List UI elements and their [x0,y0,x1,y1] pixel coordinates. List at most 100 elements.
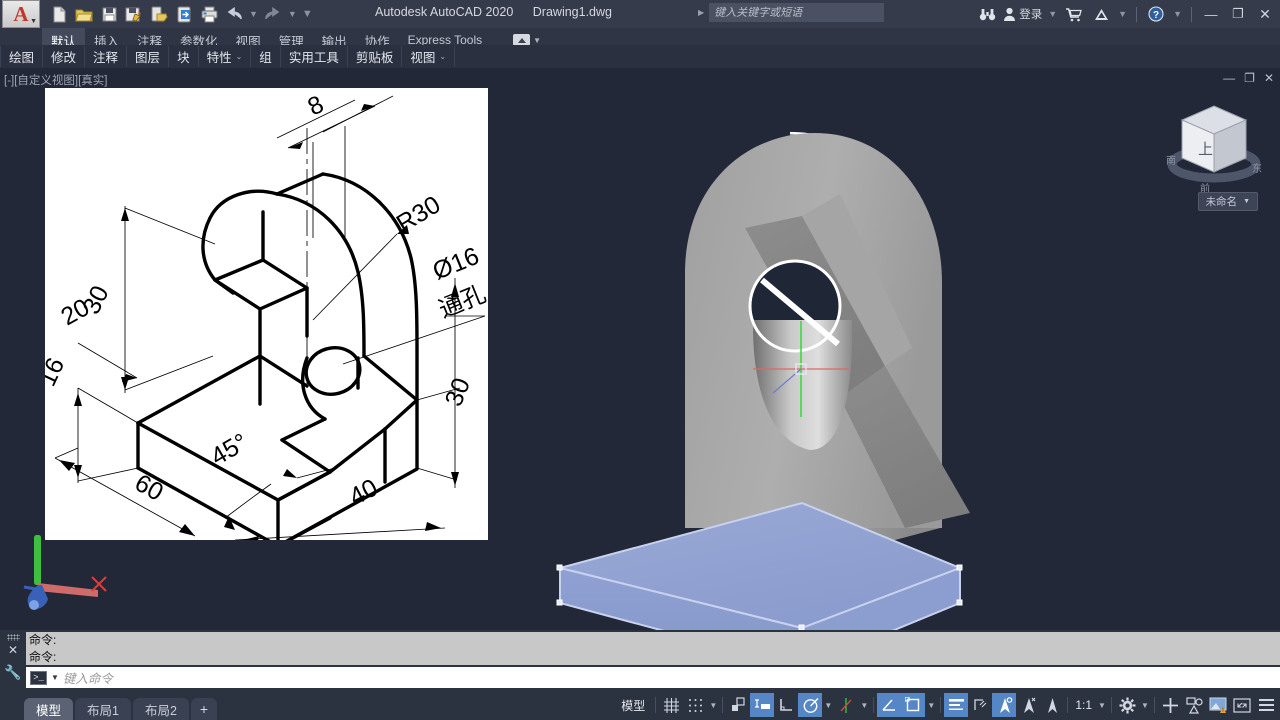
undo-dropdown-caret[interactable]: ▼ [248,9,259,19]
status-bar-toggles: 模型 ▼ ▼ ▼ ▼ 1:1 ▼ ▼ ! [614,690,1278,720]
raster-technical-drawing[interactable]: 8 R30 Ø16 通孔 30 20 16 60 45° 40 30 [45,88,488,540]
command-input-row[interactable]: >_ ▼ 键入命令 [26,667,1280,688]
close-button[interactable]: ✕ [1254,1,1276,27]
ortho-mode-toggle[interactable] [774,693,798,717]
redo-dropdown-caret[interactable]: ▼ [287,9,298,19]
drawing-viewport[interactable]: [-][自定义视图][真实] — ❐ ✕ 8 R30 Ø16 通孔 30 20 … [0,68,1280,630]
annotation-scale-value[interactable]: 1:1 [1071,698,1096,712]
sign-in-dropdown-caret[interactable]: ▼ [1047,9,1058,19]
autocad-logo-icon: A [13,1,29,26]
viewport-config-label[interactable]: [-][自定义视图][真实] [4,72,108,88]
binoculars-icon[interactable] [976,3,998,25]
model-space-indicator[interactable]: 模型 [614,694,652,716]
selection-cycling-toggle[interactable] [992,693,1017,717]
maximize-button[interactable]: ❐ [1227,1,1249,27]
layout-tab-bar: 模型 布局1 布局2 + [0,690,219,720]
status-divider-4 [940,697,942,713]
panel-expand-icon[interactable]: ⌄ [236,52,243,61]
crosshair-cursor [753,321,861,434]
help-icon[interactable]: ? [1145,3,1167,25]
infer-constraints-toggle[interactable] [726,693,750,717]
viewport-restore-button[interactable]: ❐ [1244,72,1255,84]
sign-in-button[interactable]: 登录 [1003,6,1042,22]
layout-tab-layout1[interactable]: 布局1 [75,698,131,720]
cloud-sync-icon[interactable] [173,3,195,25]
object-snap-tracking-toggle[interactable] [877,693,902,717]
lineweight-toggle[interactable] [944,693,969,717]
viewcube-face-label: 上 [1198,141,1213,158]
export-icon[interactable] [148,3,170,25]
viewport-minimize-button[interactable]: — [1223,72,1235,84]
polar-tracking-toggle[interactable] [798,693,823,717]
toolbar-divider-2 [1191,6,1192,22]
autodesk-dropdown-caret[interactable]: ▼ [1117,9,1128,19]
panel-label: 特性 [206,51,232,65]
minimize-button[interactable]: — [1200,1,1222,27]
help-dropdown-caret[interactable]: ▼ [1172,9,1183,19]
viewport-close-button[interactable]: ✕ [1264,72,1274,84]
ribbon-panel-annotation[interactable]: 注释 [85,46,128,67]
grid-display-toggle[interactable] [659,693,683,717]
isolate-objects-icon[interactable] [1182,693,1206,717]
chevron-down-icon[interactable]: ▼ [51,673,59,682]
workspace-switch-icon[interactable] [1158,693,1182,717]
autodesk-logo-icon[interactable] [1090,3,1112,25]
close-icon[interactable]: ✕ [8,644,18,656]
panel-expand-icon[interactable]: ⌄ [439,52,446,61]
command-prompt-icon: >_ [30,670,47,685]
ribbon-panel-properties[interactable]: 特性 ⌄ [199,46,252,67]
customization-menu-icon[interactable] [1254,693,1278,717]
named-view-selector[interactable]: 未命名 ▼ [1197,192,1258,211]
status-divider-3 [873,697,875,713]
search-input[interactable] [709,3,885,22]
ribbon-panel-view[interactable]: 视图 ⌄ [402,46,456,67]
snap-dropdown[interactable]: ▼ [707,693,719,717]
iso-dropdown[interactable]: ▼ [858,693,870,717]
status-divider-6 [1111,697,1112,713]
customize-wrench-icon[interactable]: 🔧 [4,664,21,681]
customize-qat-icon[interactable]: ▼ [301,8,314,20]
undo-icon[interactable] [223,3,245,25]
ribbon-panel-layers[interactable]: 图层 [127,46,170,67]
dynamic-ucs-toggle[interactable] [1040,693,1064,717]
app-store-cart-icon[interactable] [1063,3,1085,25]
save-icon[interactable] [98,3,120,25]
print-icon[interactable] [198,3,220,25]
chevron-right-icon[interactable]: ▶ [698,8,704,17]
3d-osnap-toggle[interactable] [1016,693,1040,717]
annotation-scale-dropdown[interactable]: ▼ [1096,693,1108,717]
object-snap-toggle[interactable] [901,693,926,717]
snap-mode-toggle[interactable] [683,693,707,717]
ribbon-panel-groups[interactable]: 组 [251,46,281,67]
new-file-icon[interactable] [48,3,70,25]
ribbon-panel-utilities[interactable]: 实用工具 [281,46,348,67]
viewcube-west-label: 南 [1166,154,1176,167]
isometric-drafting-toggle[interactable] [834,693,858,717]
redo-icon[interactable] [262,3,284,25]
layout-tab-layout2[interactable]: 布局2 [132,698,189,720]
command-history[interactable]: 命令: 命令: [26,632,1280,665]
annotation-dropdown[interactable]: ▼ [1139,693,1151,717]
transparency-toggle[interactable] [968,693,992,717]
annotation-visibility-gear-icon[interactable] [1115,693,1139,717]
command-history-line: 命令: [29,649,57,664]
add-layout-button[interactable]: + [190,698,218,720]
drag-grip-icon[interactable] [6,634,20,641]
polar-dropdown[interactable]: ▼ [822,693,834,717]
save-as-icon[interactable] [123,3,145,25]
user-icon [1004,7,1016,21]
layout-tab-model[interactable]: 模型 [24,698,74,720]
ribbon-panel-draw[interactable]: 绘图 [0,46,44,67]
application-menu-button[interactable]: A ▼ [2,0,40,28]
osnap-dropdown[interactable]: ▼ [925,693,937,717]
dynamic-input-toggle[interactable] [750,693,775,717]
command-input[interactable]: 键入命令 [63,668,113,687]
chevron-down-icon: ▼ [30,18,37,25]
drawing-svg: 8 R30 Ø16 通孔 30 20 16 60 45° 40 30 [45,90,488,540]
ribbon-panel-clipboard[interactable]: 剪贴板 [348,46,403,67]
clean-screen-icon[interactable] [1230,693,1254,717]
ribbon-panel-block[interactable]: 块 [169,46,199,67]
ribbon-panel-modify[interactable]: 修改 [43,46,86,67]
open-folder-icon[interactable] [73,3,95,25]
annotation-monitor-icon[interactable]: ! [1206,693,1230,717]
